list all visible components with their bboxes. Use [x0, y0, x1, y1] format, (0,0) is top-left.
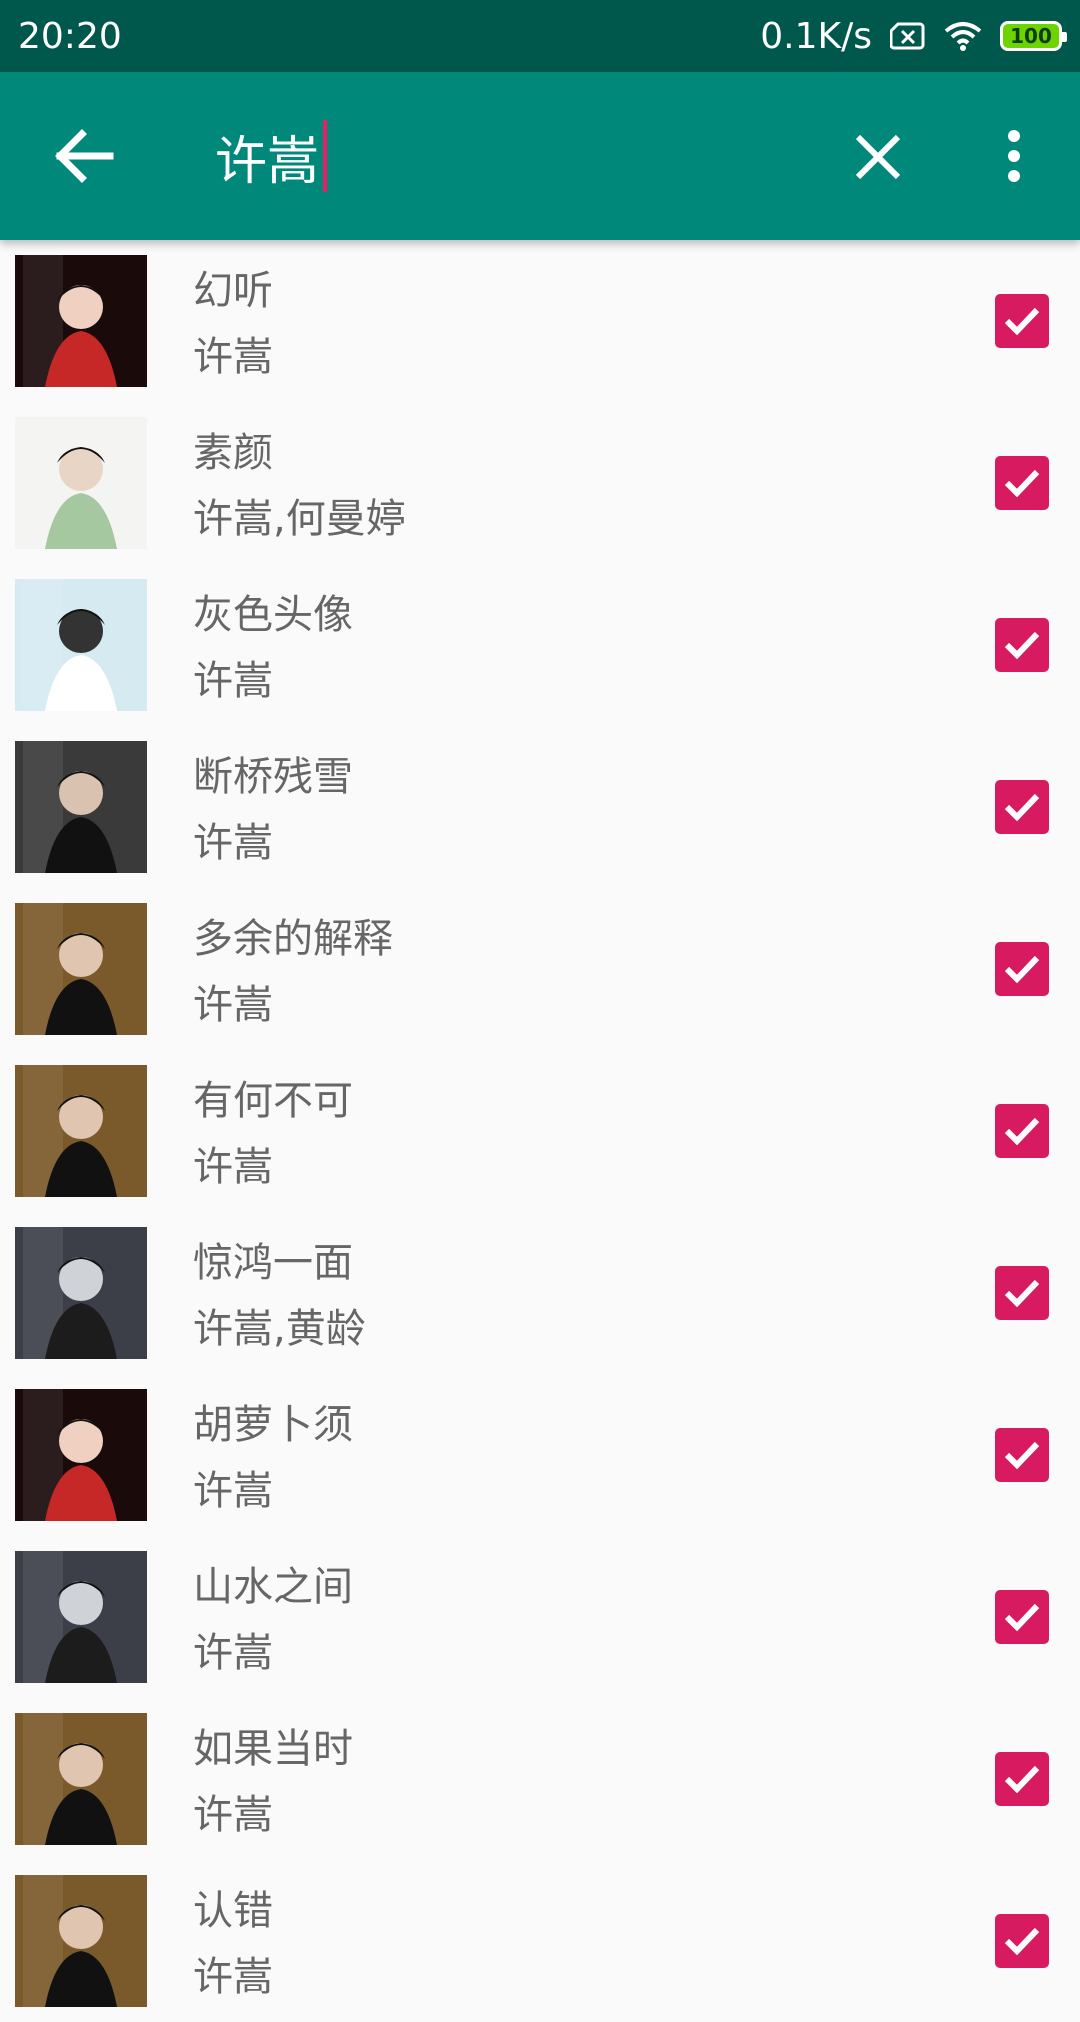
song-checkbox[interactable]: [995, 1104, 1049, 1158]
song-artist: 许嵩: [193, 1792, 273, 1838]
album-cover: [15, 1551, 147, 1683]
album-cover: [15, 1227, 147, 1359]
album-cover: [15, 741, 147, 873]
album-cover: [15, 903, 147, 1035]
album-cover: [15, 579, 147, 711]
song-row[interactable]: 山水之间 许嵩: [0, 1536, 1080, 1698]
status-bar: 20:20 0.1K/s 100: [0, 0, 1080, 72]
album-cover: [15, 1875, 147, 2007]
back-button[interactable]: [50, 124, 120, 188]
song-checkbox[interactable]: [995, 1914, 1049, 1968]
song-title: 素颜: [193, 430, 273, 476]
song-row[interactable]: 胡萝卜须 许嵩: [0, 1374, 1080, 1536]
song-title: 胡萝卜须: [193, 1402, 353, 1448]
song-artist: 许嵩,黄龄: [193, 1306, 366, 1352]
wifi-icon: [944, 21, 982, 51]
search-toolbar: [0, 72, 1080, 240]
battery-icon: 100: [1000, 21, 1067, 51]
check-icon: [1004, 631, 1040, 660]
song-checkbox[interactable]: [995, 1428, 1049, 1482]
song-checkbox[interactable]: [995, 1266, 1049, 1320]
back-arrow-icon: [55, 129, 114, 183]
search-input[interactable]: [215, 116, 815, 196]
song-artist: 许嵩: [193, 1954, 273, 2000]
song-artist: 许嵩: [193, 982, 273, 1028]
song-artist: 许嵩: [193, 1630, 273, 1676]
album-art-image: [15, 1389, 147, 1521]
song-row[interactable]: 灰色头像 许嵩: [0, 564, 1080, 726]
song-checkbox[interactable]: [995, 618, 1049, 672]
text-cursor: [323, 120, 327, 192]
song-artist: 许嵩,何曼婷: [193, 496, 406, 542]
check-icon: [1004, 1279, 1040, 1308]
song-title: 断桥残雪: [193, 754, 353, 800]
song-row[interactable]: 认错 许嵩: [0, 1860, 1080, 2022]
song-title: 如果当时: [193, 1726, 353, 1772]
song-row[interactable]: 断桥残雪 许嵩: [0, 726, 1080, 888]
song-checkbox[interactable]: [995, 780, 1049, 834]
more-options-button[interactable]: [996, 124, 1032, 188]
album-cover: [15, 1065, 147, 1197]
album-art-image: [15, 417, 147, 549]
song-title: 幻听: [193, 268, 273, 314]
check-icon: [1004, 1765, 1040, 1794]
album-art-image: [15, 1227, 147, 1359]
song-artist: 许嵩: [193, 658, 273, 704]
check-icon: [1004, 1441, 1040, 1470]
album-art-image: [15, 579, 147, 711]
song-checkbox[interactable]: [995, 1752, 1049, 1806]
song-row[interactable]: 幻听 许嵩: [0, 240, 1080, 402]
song-title: 灰色头像: [193, 592, 353, 638]
album-art-image: [15, 1713, 147, 1845]
album-cover: [15, 1713, 147, 1845]
album-cover: [15, 417, 147, 549]
check-icon: [1004, 1927, 1040, 1956]
status-time: 20:20: [18, 15, 122, 57]
check-icon: [1004, 307, 1040, 336]
check-icon: [1004, 469, 1040, 498]
song-checkbox[interactable]: [995, 1590, 1049, 1644]
album-art-image: [15, 255, 147, 387]
song-checkbox[interactable]: [995, 456, 1049, 510]
song-title: 惊鸿一面: [193, 1240, 353, 1286]
song-checkbox[interactable]: [995, 294, 1049, 348]
song-title: 多余的解释: [193, 916, 393, 962]
song-checkbox[interactable]: [995, 942, 1049, 996]
album-cover: [15, 1389, 147, 1521]
network-speed: 0.1K/s: [760, 15, 872, 57]
song-title: 山水之间: [193, 1564, 353, 1610]
album-art-image: [15, 741, 147, 873]
album-art-image: [15, 1551, 147, 1683]
close-icon: [855, 134, 901, 180]
song-artist: 许嵩: [193, 1144, 273, 1190]
song-title: 认错: [193, 1888, 273, 1934]
clear-search-button[interactable]: [848, 124, 908, 188]
song-title: 有何不可: [193, 1078, 353, 1124]
song-row[interactable]: 素颜 许嵩,何曼婷: [0, 402, 1080, 564]
album-art-image: [15, 903, 147, 1035]
song-artist: 许嵩: [193, 334, 273, 380]
more-vert-icon: [1008, 130, 1020, 182]
sim-off-icon: [890, 22, 926, 50]
album-art-image: [15, 1065, 147, 1197]
song-row[interactable]: 多余的解释 许嵩: [0, 888, 1080, 1050]
song-row[interactable]: 有何不可 许嵩: [0, 1050, 1080, 1212]
album-cover: [15, 255, 147, 387]
check-icon: [1004, 1117, 1040, 1146]
song-artist: 许嵩: [193, 820, 273, 866]
song-row[interactable]: 如果当时 许嵩: [0, 1698, 1080, 1860]
status-icons: 0.1K/s 100: [760, 15, 1067, 57]
check-icon: [1004, 955, 1040, 984]
song-list: 幻听 许嵩 素颜 许嵩,何曼婷 灰色头像 许嵩 断桥残雪 许嵩 多余的解释 许嵩…: [0, 240, 1080, 2022]
song-artist: 许嵩: [193, 1468, 273, 1514]
song-row[interactable]: 惊鸿一面 许嵩,黄龄: [0, 1212, 1080, 1374]
album-art-image: [15, 1875, 147, 2007]
check-icon: [1004, 1603, 1040, 1632]
battery-level: 100: [1010, 24, 1052, 48]
check-icon: [1004, 793, 1040, 822]
